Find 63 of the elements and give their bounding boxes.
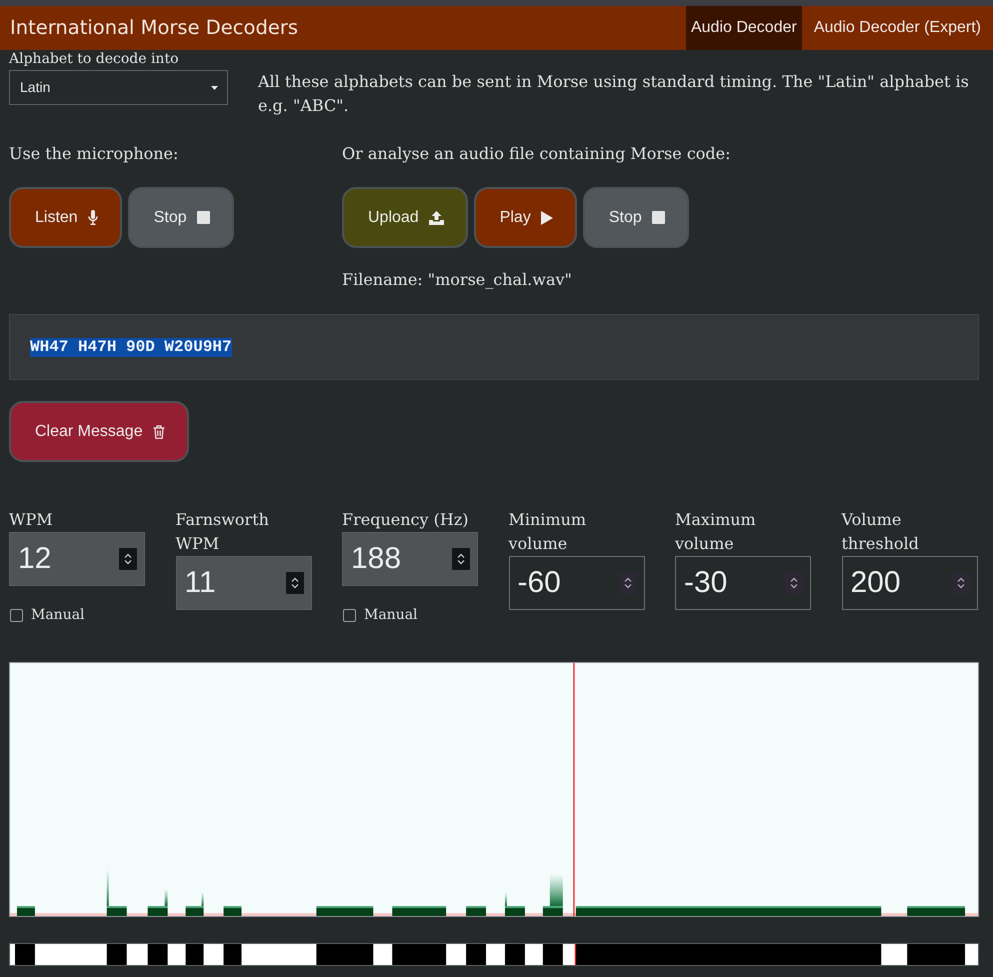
upload-icon [428,210,444,224]
number-field[interactable]: 200 [842,556,978,610]
caret-icon [211,86,218,90]
field-label: Maximum volume [675,509,757,555]
up-down-arrows-icon[interactable] [952,572,970,594]
tone-segment [542,944,563,965]
tone-segment [316,944,374,965]
field-label: Frequency (Hz) [342,509,470,531]
field-label: Alphabet to decode into [9,50,180,67]
filename-text: Filename: "morse_chal.wav" [342,269,573,291]
checkbox-label: Manual [364,606,418,625]
tone-segment [106,944,127,965]
checkbox-label: Manual [31,606,85,625]
up-down-arrows-icon[interactable] [452,548,470,570]
microphone-icon [88,210,98,225]
signal-bar [466,906,486,916]
signal-bar [504,892,525,916]
section-heading: Or analyse an audio file containing Morse code: [342,143,732,165]
up-down-arrows-icon[interactable] [119,548,137,570]
signal-bar [542,874,563,916]
nav-tab[interactable]: Audio Decoder (Expert) [808,6,986,50]
signal-bar [16,906,35,916]
trash-icon [152,424,165,438]
play-icon [540,210,553,224]
tone-segment [907,944,966,965]
play-button[interactable]: Play [474,187,577,248]
listen-button[interactable]: Listen [9,187,122,248]
tone-segment [392,944,446,965]
number-field[interactable]: -30 [675,556,811,610]
up-down-arrows-icon[interactable] [785,572,803,594]
up-down-arrows-icon[interactable] [618,572,636,594]
stop-icon [652,211,665,224]
field-label: Volume threshold [842,509,920,555]
stop-button[interactable]: Stop [582,187,689,248]
up-down-arrows-icon[interactable] [286,572,304,594]
nav-tab[interactable]: Audio Decoder [686,6,802,50]
signal-bar [148,889,168,916]
tone-segment [504,944,525,965]
app-title: International Morse Decoders [10,16,298,40]
tone-segment [15,944,35,965]
signal-bar [392,906,446,916]
field-label: Minimum volume [508,509,588,555]
tone-segment [186,944,204,965]
tone-segment [224,944,242,965]
signal-bar [316,906,374,916]
playhead-line [574,944,576,965]
signal-bar [907,906,966,916]
field-label: Farnsworth WPM [176,509,270,555]
signal-bar [224,906,242,916]
description-text: All these alphabets can be sent in Morse using standard timing. The "Latin" alphabet is e.g. "ABC". [258,71,970,117]
number-field[interactable]: -60 [508,556,644,610]
alphabet-dropdown[interactable]: Latin [9,70,228,105]
signal-bar [106,869,127,916]
tone-segment [148,944,168,965]
decoded-message: WH47 H47H 90D W20U9H7 [30,338,232,356]
upload-button[interactable]: Upload [342,187,468,248]
stop-button[interactable]: Stop [128,187,234,248]
clear-message-button[interactable]: Clear Message [9,401,189,462]
stop-icon [196,211,210,224]
signal-bar [186,892,204,916]
section-heading: Use the microphone: [9,143,180,165]
tone-segment [466,944,486,965]
field-label: WPM [9,509,54,531]
